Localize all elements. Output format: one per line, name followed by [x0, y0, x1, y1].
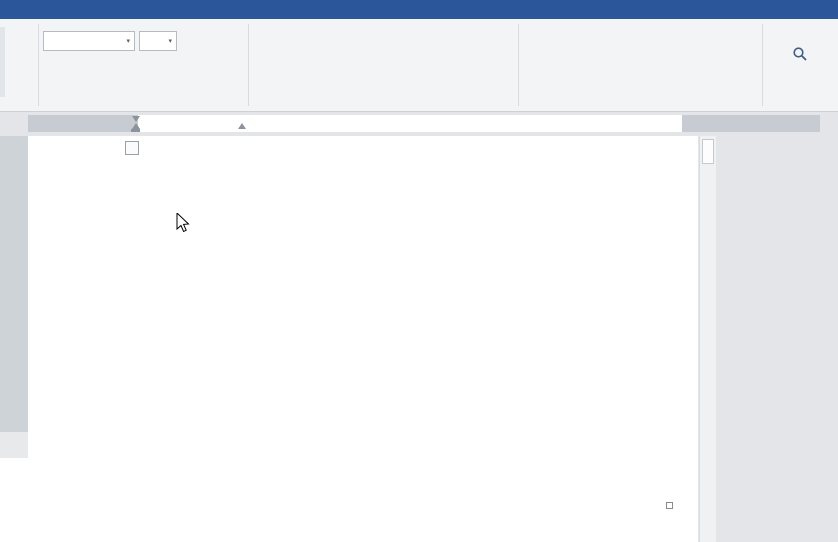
ribbon-tab-bar [0, 0, 838, 19]
ratings-table [28, 136, 698, 542]
left-gutter [0, 136, 28, 432]
scrollbar-thumb[interactable] [702, 139, 714, 164]
mouse-cursor [176, 211, 190, 238]
group-separator [762, 24, 763, 106]
font-group [38, 19, 248, 111]
left-indent-marker[interactable] [131, 129, 140, 132]
font-row1 [43, 31, 179, 51]
table-resize-handle[interactable] [666, 502, 673, 509]
editing-group[interactable] [762, 19, 838, 111]
font-name-combobox[interactable] [43, 31, 135, 51]
styles-group [518, 19, 762, 111]
page[interactable] [28, 136, 698, 542]
first-line-indent-marker[interactable] [132, 116, 140, 122]
horizontal-ruler[interactable] [0, 112, 838, 136]
group-separator [518, 24, 519, 106]
file-tab-partial[interactable] [0, 0, 10, 19]
clipboard-group [0, 19, 38, 111]
word-window [0, 0, 838, 542]
ruler-text-band [138, 115, 682, 132]
font-size-combobox[interactable] [139, 31, 177, 51]
paste-button-partial[interactable] [0, 27, 5, 97]
left-gutter [0, 432, 28, 458]
left-gutter [0, 458, 28, 542]
ribbon [0, 19, 838, 112]
vertical-scrollbar[interactable] [699, 136, 716, 542]
cell-indent-marker[interactable] [238, 123, 246, 129]
paragraph-group [248, 19, 518, 111]
group-separator [38, 24, 39, 106]
find-icon [793, 47, 807, 61]
group-separator [248, 24, 249, 106]
